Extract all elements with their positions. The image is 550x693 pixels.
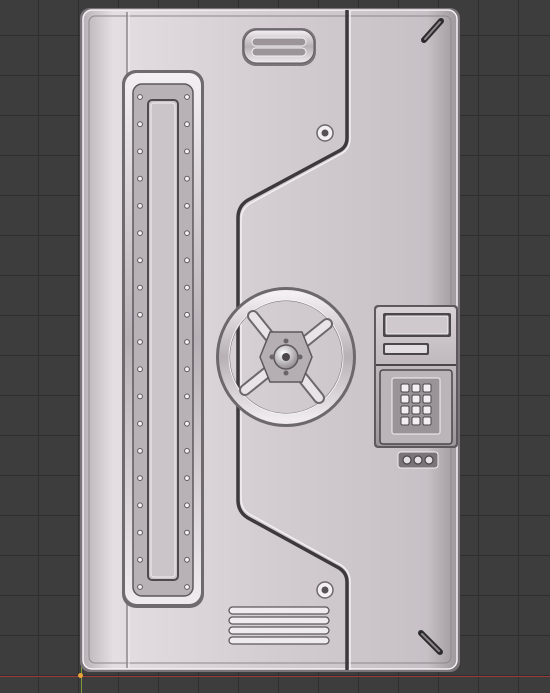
rivet-icon	[137, 448, 143, 454]
rivet-icon	[184, 121, 190, 128]
rivet-icon	[184, 366, 190, 373]
rivet-icon	[184, 556, 190, 563]
keypad-key	[422, 405, 432, 415]
rivet-icon	[184, 230, 190, 237]
rivet-icon	[137, 502, 143, 509]
rivet-icon	[137, 366, 143, 373]
keypad-key	[411, 394, 421, 404]
rivet-icon	[184, 475, 190, 482]
keypad-key	[411, 416, 421, 426]
vent-slat	[228, 626, 330, 635]
rivet-icon	[184, 284, 190, 291]
rivet-icon	[137, 584, 143, 590]
rivet-icon	[137, 203, 143, 209]
rivet-icon	[184, 393, 190, 400]
status-lights	[397, 451, 439, 469]
keypad-key	[411, 405, 421, 415]
rivet-icon	[137, 257, 143, 264]
rivet-icon	[137, 393, 143, 400]
rivet-icon	[137, 121, 143, 128]
keypad-key	[400, 394, 410, 404]
rivet-icon	[137, 420, 143, 427]
keypad-key	[422, 383, 432, 393]
vault-door-render	[80, 8, 460, 672]
rivet-icon	[184, 148, 190, 155]
keypad-key	[422, 394, 432, 404]
rivet-icon	[137, 148, 143, 155]
screw-icon	[316, 124, 334, 142]
rivet-icon	[137, 339, 143, 345]
vent-slat	[228, 636, 330, 645]
rivet-icon	[137, 475, 143, 482]
rivet-icon	[184, 420, 190, 427]
porthole-strip	[122, 70, 204, 608]
status-light-3	[424, 455, 434, 465]
rivet-icon	[184, 311, 190, 318]
rivet-icon	[184, 448, 190, 454]
screw-icon	[316, 581, 334, 599]
rivet-icon	[137, 529, 143, 536]
vent-slat	[228, 606, 330, 615]
rivet-icon	[184, 94, 190, 100]
rivet-icon	[184, 175, 190, 182]
status-light-2	[413, 455, 423, 465]
vent-slat	[228, 616, 330, 625]
control-panel	[374, 305, 458, 448]
rivet-icon	[137, 556, 143, 563]
rivet-icon	[184, 529, 190, 536]
keypad-key	[400, 405, 410, 415]
rivet-icon	[137, 284, 143, 291]
keypad-key	[411, 383, 421, 393]
rivet-icon	[184, 257, 190, 264]
rivet-icon	[184, 203, 190, 209]
keypad-key	[422, 416, 432, 426]
rivet-icon	[137, 94, 143, 100]
grip-handle-icon	[242, 28, 316, 66]
status-light-1	[402, 455, 412, 465]
keypad-icon	[379, 369, 453, 445]
rivet-icon	[184, 339, 190, 345]
rivet-icon	[184, 584, 190, 590]
rivet-icon	[184, 502, 190, 509]
rivet-icon	[137, 175, 143, 182]
keypad-key	[400, 383, 410, 393]
rivet-icon	[137, 311, 143, 318]
rivet-icon	[137, 230, 143, 237]
keypad-key	[400, 416, 410, 426]
